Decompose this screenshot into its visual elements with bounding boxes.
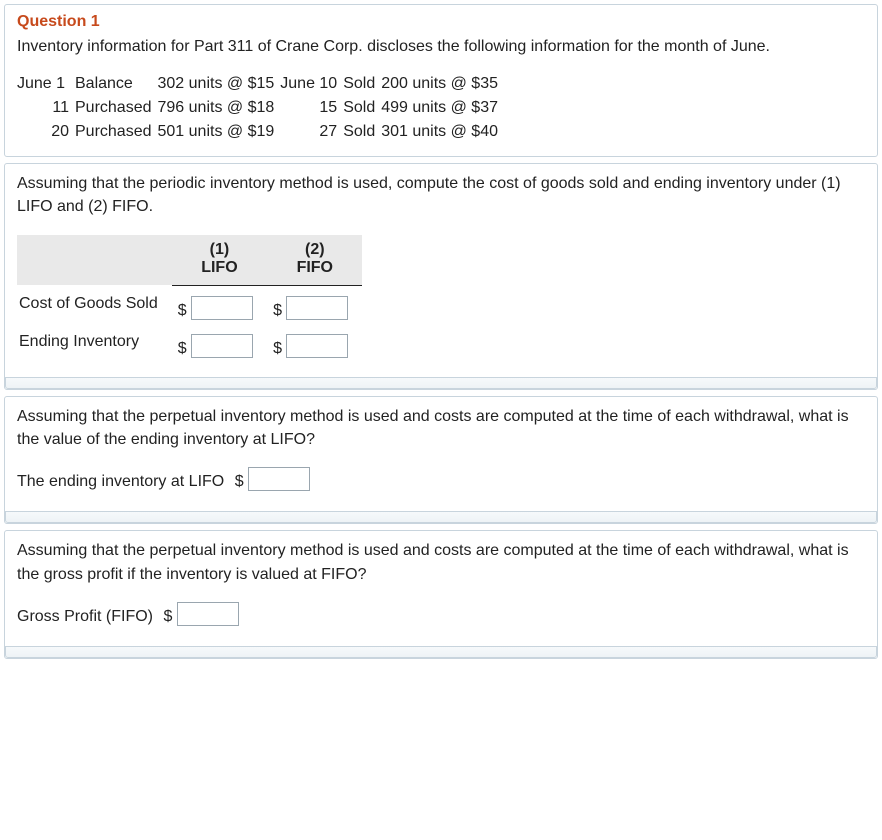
right-action: Sold [343, 96, 381, 120]
card-footer-bar [5, 377, 877, 389]
right-date: 15 [280, 96, 343, 120]
right-qty: 200 units @ $35 [381, 72, 504, 96]
left-date: 20 [17, 120, 75, 144]
cogs-lifo-input[interactable] [191, 296, 253, 320]
table-row: June 1 Balance 302 units @ $15 June 10 S… [17, 72, 504, 96]
currency-symbol: $ [178, 340, 187, 357]
right-action: Sold [343, 72, 381, 96]
currency-symbol: $ [163, 608, 172, 625]
col1-header: (1) LIFO [172, 235, 267, 286]
table-row: 11 Purchased 796 units @ $18 15 Sold 499… [17, 96, 504, 120]
right-date: June 10 [280, 72, 343, 96]
part-c-label: Gross Profit (FIFO) [17, 608, 153, 625]
question-heading: Question 1 [17, 13, 865, 31]
ending-inv-perpetual-lifo-input[interactable] [248, 467, 310, 491]
ending-inv-lifo-input[interactable] [191, 334, 253, 358]
right-date: 27 [280, 120, 343, 144]
table-row: 20 Purchased 501 units @ $19 27 Sold 301… [17, 120, 504, 144]
right-qty: 301 units @ $40 [381, 120, 504, 144]
left-date: 11 [17, 96, 75, 120]
col2-header: (2) FIFO [267, 235, 362, 286]
question-intro: Inventory information for Part 311 of Cr… [17, 35, 865, 58]
right-action: Sold [343, 120, 381, 144]
cogs-fifo-input[interactable] [286, 296, 348, 320]
ending-inv-label: Ending Inventory [17, 323, 172, 361]
inventory-table: June 1 Balance 302 units @ $15 June 10 S… [17, 72, 504, 144]
part-b-label: The ending inventory at LIFO [17, 473, 224, 490]
question-card: Question 1 Inventory information for Par… [4, 4, 878, 157]
currency-symbol: $ [273, 340, 282, 357]
answer-table: (1) LIFO (2) FIFO Cost of Goods Sold $ $ [17, 235, 362, 362]
left-action: Purchased [75, 96, 158, 120]
part-a-prompt: Assuming that the periodic inventory met… [17, 172, 865, 218]
part-b-prompt: Assuming that the perpetual inventory me… [17, 405, 865, 451]
left-qty: 302 units @ $15 [158, 72, 281, 96]
cogs-label: Cost of Goods Sold [17, 285, 172, 323]
gross-profit-fifo-input[interactable] [177, 602, 239, 626]
part-c-prompt: Assuming that the perpetual inventory me… [17, 539, 865, 585]
card-footer-bar [5, 511, 877, 523]
left-action: Purchased [75, 120, 158, 144]
part-c-card: Assuming that the perpetual inventory me… [4, 530, 878, 658]
left-qty: 501 units @ $19 [158, 120, 281, 144]
left-action: Balance [75, 72, 158, 96]
currency-symbol: $ [235, 473, 244, 490]
blank-header [17, 235, 172, 286]
currency-symbol: $ [178, 302, 187, 319]
part-a-card: Assuming that the periodic inventory met… [4, 163, 878, 390]
ending-inv-fifo-input[interactable] [286, 334, 348, 358]
part-b-card: Assuming that the perpetual inventory me… [4, 396, 878, 524]
right-qty: 499 units @ $37 [381, 96, 504, 120]
left-date: June 1 [17, 72, 75, 96]
left-qty: 796 units @ $18 [158, 96, 281, 120]
card-footer-bar [5, 646, 877, 658]
currency-symbol: $ [273, 302, 282, 319]
